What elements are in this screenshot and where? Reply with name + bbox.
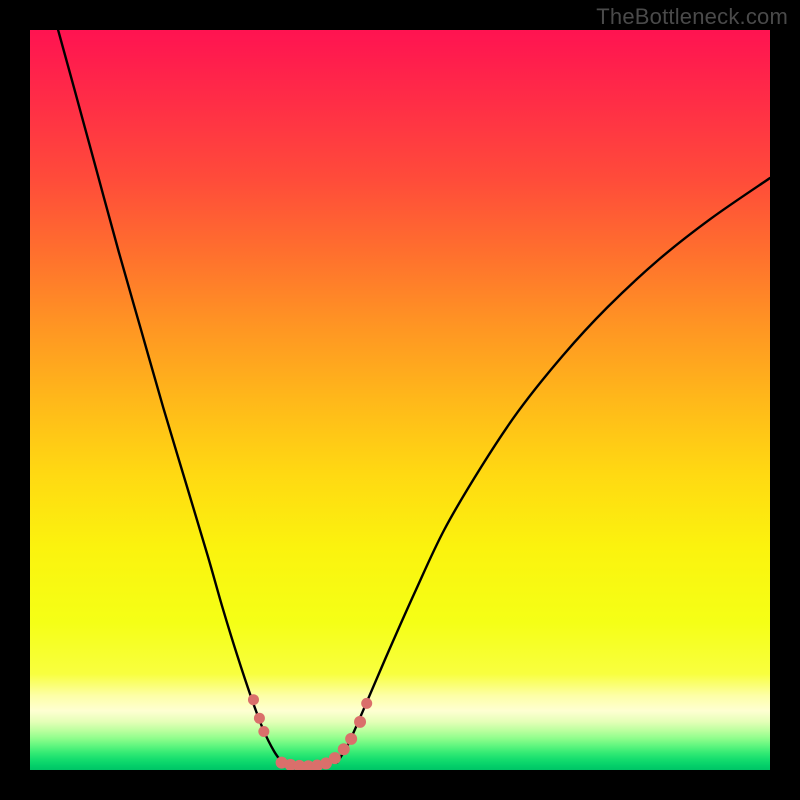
chart-svg [30, 30, 770, 770]
highlight-dot [258, 726, 269, 737]
highlight-dot [254, 713, 265, 724]
highlight-dot [329, 752, 341, 764]
highlight-dot [354, 716, 366, 728]
highlight-dot [361, 698, 372, 709]
highlight-dot [338, 743, 350, 755]
highlight-dot [248, 694, 259, 705]
chart-plot-area [30, 30, 770, 770]
outer-frame: TheBottleneck.com [0, 0, 800, 800]
watermark-text: TheBottleneck.com [596, 4, 788, 30]
highlight-dot [345, 733, 357, 745]
heat-gradient [30, 30, 770, 770]
